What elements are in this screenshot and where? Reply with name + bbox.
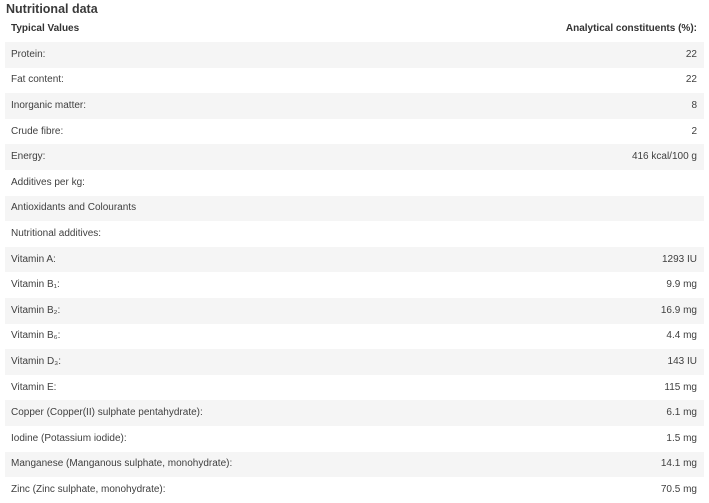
table-row: Vitamin B₁: 9.9 mg	[5, 272, 704, 298]
table-header-row: Typical Values Analytical constituents (…	[5, 16, 704, 42]
row-value: 22	[685, 48, 697, 60]
row-label: Vitamin B₆:	[11, 330, 61, 342]
table-row: Manganese (Manganous sulphate, monohydra…	[5, 451, 704, 478]
row-label: Additives per kg:	[11, 176, 85, 188]
row-label: Copper (Copper(II) sulphate pentahydrate…	[11, 407, 203, 419]
table-row: Vitamin A: 1293 IU	[5, 246, 704, 273]
row-label: Fat content:	[11, 74, 64, 86]
row-label: Vitamin E:	[11, 381, 57, 393]
row-value: 9.9 mg	[666, 279, 697, 291]
header-analytical-constituents: Analytical constituents (%):	[565, 23, 697, 34]
row-value: 22	[685, 74, 697, 86]
nutrition-table: Typical Values Analytical constituents (…	[5, 16, 704, 503]
row-label: Energy:	[11, 151, 46, 163]
table-row: Fat content: 22	[5, 68, 704, 94]
table-body: Protein: 22 Fat content: 22 Inorganic matter…	[5, 42, 704, 503]
row-value: 6.1 mg	[666, 407, 697, 419]
row-label: Iodine (Potassium iodide):	[11, 432, 127, 444]
table-row: Vitamin B₆: 4.4 mg	[5, 324, 704, 350]
row-label: Vitamin D₃:	[11, 355, 62, 367]
row-value: 2	[691, 125, 697, 137]
row-value: 115 mg	[664, 381, 697, 393]
row-label: Antioxidants and Colourants	[11, 202, 137, 214]
table-row: Additives per kg:	[5, 170, 704, 196]
row-label: Zinc (Zinc sulphate, monohydrate):	[11, 483, 166, 495]
row-label: Nutritional additives:	[11, 227, 102, 239]
table-row: Protein: 22	[5, 42, 704, 68]
row-label: Protein:	[11, 48, 46, 60]
row-label: Vitamin B₁:	[11, 279, 60, 291]
table-row: Energy: 416 kcal/100 g	[5, 144, 704, 170]
table-row: Zinc (Zinc sulphate, monohydrate): 70.5 m…	[5, 477, 704, 503]
row-value: 4.4 mg	[666, 330, 697, 342]
row-value: 1293 IU	[661, 253, 697, 265]
nutritional-data-section: Nutritional data Typical Values Analytic…	[0, 0, 709, 498]
row-value: 143 IU	[667, 355, 697, 367]
table-row: Vitamin B₂: 16.9 mg	[5, 297, 704, 324]
row-label: Manganese (Manganous sulphate, monohydra…	[11, 458, 233, 470]
row-value: 1.5 mg	[666, 432, 697, 444]
row-label: Vitamin B₂:	[11, 304, 61, 316]
row-value: 416 kcal/100 g	[631, 151, 697, 163]
table-row: Inorganic matter: 8	[5, 93, 704, 119]
row-label: Crude fibre:	[11, 125, 64, 137]
table-row: Vitamin E: 115 mg	[5, 375, 704, 401]
row-value: 8	[691, 99, 697, 111]
row-value: 14.1 mg	[660, 458, 697, 470]
row-label: Vitamin A:	[11, 253, 56, 265]
table-row: Crude fibre: 2	[5, 119, 704, 145]
header-typical-values: Typical Values	[11, 23, 80, 34]
row-value: 16.9 mg	[660, 304, 697, 316]
row-label: Inorganic matter:	[11, 99, 87, 111]
table-row: Nutritional additives:	[5, 221, 704, 247]
row-value: 70.5 mg	[660, 483, 697, 495]
table-row: Copper (Copper(II) sulphate pentahydrate…	[5, 400, 704, 426]
table-row: Antioxidants and Colourants	[5, 195, 704, 222]
section-title: Nutritional data	[6, 2, 98, 16]
table-row: Vitamin D₃: 143 IU	[5, 349, 704, 375]
table-row: Iodine (Potassium iodide): 1.5 mg	[5, 426, 704, 452]
